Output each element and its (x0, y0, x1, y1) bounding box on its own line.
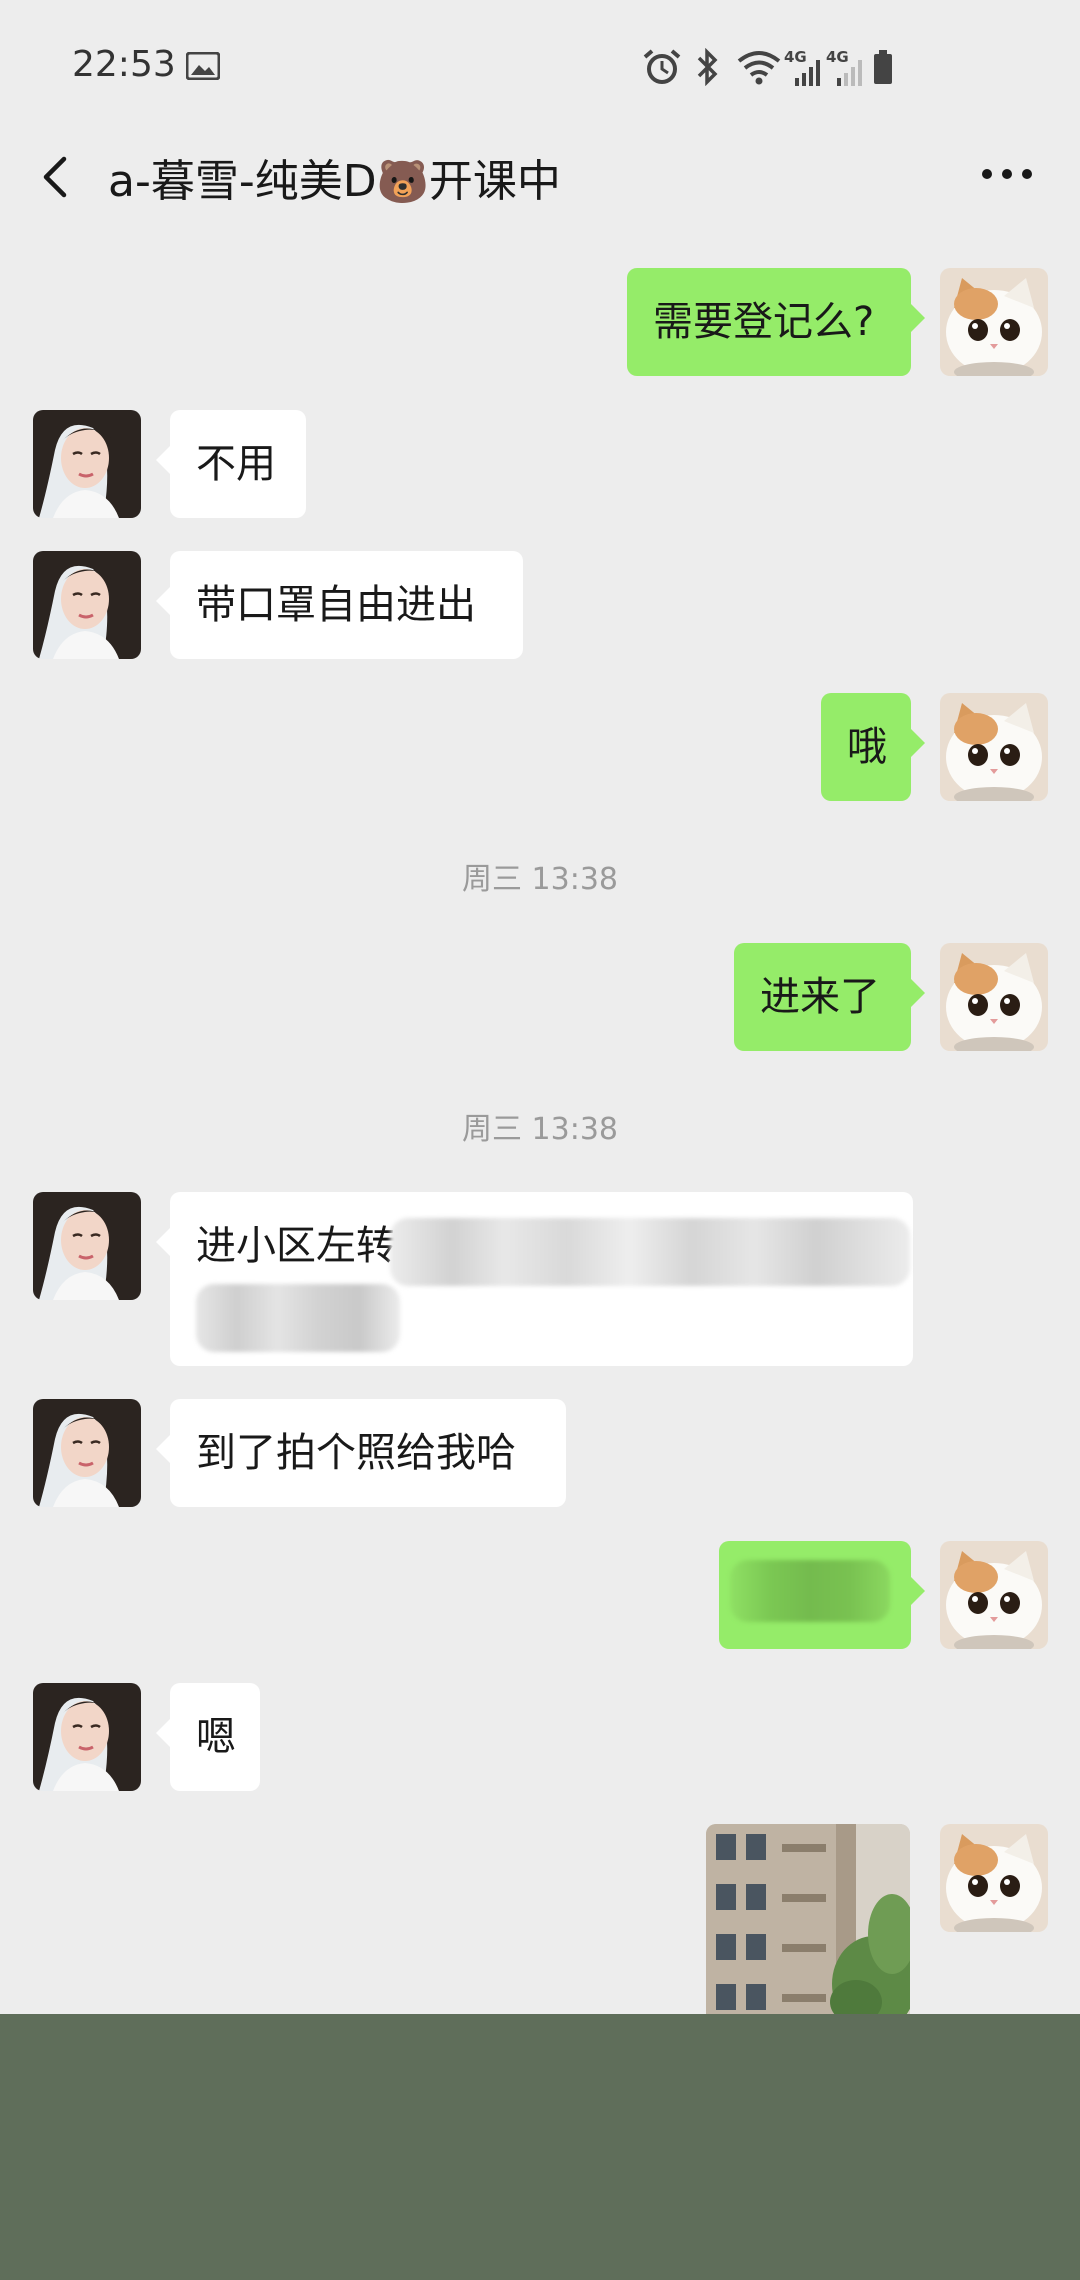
status-time: 22:53 (72, 44, 176, 85)
back-arrow-icon[interactable] (30, 147, 90, 207)
redacted-text-blur (730, 1560, 890, 1622)
message-bubble-received[interactable]: 嗯 (156, 1683, 260, 1791)
message-bubble-received[interactable]: 不用 (156, 410, 306, 518)
message-bubble-received[interactable]: 带口罩自由进出 (156, 551, 523, 659)
my-avatar[interactable] (940, 268, 1048, 376)
message-text: 不用 (196, 441, 276, 487)
bluetooth-icon (697, 48, 718, 86)
my-avatar[interactable] (940, 693, 1048, 801)
bottom-overlay-panel (0, 2014, 1080, 2280)
bear-emoji: 🐻 (376, 157, 429, 206)
message-text: 需要登记么? (653, 299, 875, 345)
message-bubble-sent[interactable]: 进来了 (734, 943, 925, 1051)
wifi-icon (737, 51, 781, 85)
contact-avatar[interactable] (33, 551, 141, 659)
message-text: 带口罩自由进出 (196, 582, 476, 628)
battery-icon (874, 50, 892, 84)
message-bubble-sent[interactable]: 哦 (821, 693, 925, 801)
timestamp: 周三 13:38 (462, 862, 618, 897)
chat-title-suffix: 开课中 (428, 156, 561, 207)
timestamp: 周三 13:38 (462, 1112, 618, 1147)
message-bubble-sent[interactable]: 需要登记么? (627, 268, 925, 376)
redacted-text-blur (196, 1284, 400, 1352)
chat-header: a-暮雪-纯美D🐻开课中 (0, 135, 1080, 225)
message-text: 进小区左转 (196, 1223, 396, 1269)
signal-4g-icon: 4G (826, 48, 864, 86)
message-text: 进来了 (760, 974, 880, 1020)
message-text: 嗯 (196, 1714, 236, 1760)
message-text: 到了拍个照给我哈 (196, 1430, 516, 1476)
my-avatar[interactable] (940, 1824, 1048, 1932)
image-icon (186, 52, 220, 80)
message-bubble-received[interactable]: 到了拍个照给我哈 (156, 1399, 566, 1507)
alarm-icon (643, 49, 681, 84)
message-text: 哦 (847, 724, 887, 770)
chat-title-prefix: a-暮雪-纯美D (108, 156, 377, 207)
chat-title: a-暮雪-纯美D🐻开课中 (108, 145, 561, 209)
my-avatar[interactable] (940, 1541, 1048, 1649)
more-options-icon[interactable] (972, 149, 1042, 199)
contact-avatar[interactable] (33, 410, 141, 518)
redacted-text-blur (390, 1218, 910, 1286)
my-avatar[interactable] (940, 943, 1048, 1051)
contact-avatar[interactable] (33, 1192, 141, 1300)
status-bar: 22:53 4G 4G (0, 0, 1080, 135)
sent-photo-image[interactable] (706, 1824, 910, 2014)
signal-4g-icon: 4G (784, 48, 822, 86)
contact-avatar[interactable] (33, 1683, 141, 1791)
contact-avatar[interactable] (33, 1399, 141, 1507)
